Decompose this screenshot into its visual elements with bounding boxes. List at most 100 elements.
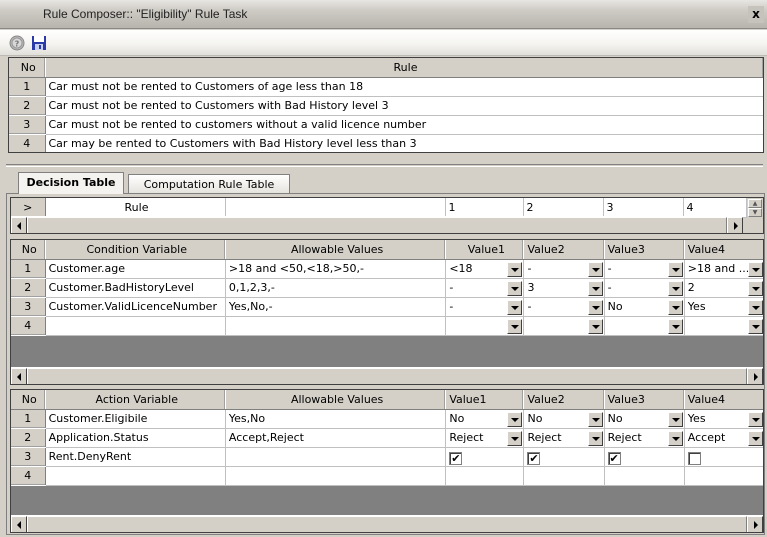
horizontal-scrollbar[interactable] <box>11 515 763 532</box>
value-dropdown[interactable]: - <box>604 278 685 298</box>
allowable-values[interactable]: >18 and <50,<18,>50,- <box>225 259 447 279</box>
value-cell[interactable] <box>604 466 685 486</box>
allowable-values[interactable] <box>225 316 447 336</box>
table-row[interactable]: 1 Customer.age >18 and <50,<18,>50,- <18… <box>11 259 763 279</box>
chevron-down-icon[interactable] <box>587 318 603 334</box>
chevron-down-icon[interactable] <box>587 299 603 315</box>
chevron-down-icon[interactable] <box>667 299 683 315</box>
value-dropdown[interactable]: No <box>445 409 525 429</box>
chevron-down-icon[interactable] <box>507 261 523 277</box>
row-number[interactable]: 2 <box>11 428 46 448</box>
scroll-thumb[interactable] <box>27 368 747 384</box>
checkbox[interactable]: ✔ <box>449 451 463 465</box>
allowable-values[interactable]: Yes,No,- <box>225 297 447 317</box>
condition-variable[interactable]: Customer.BadHistoryLevel <box>45 278 226 298</box>
column-header-rule[interactable]: Rule <box>45 58 763 78</box>
value-dropdown[interactable]: No <box>604 297 685 317</box>
value-dropdown[interactable]: Reject <box>523 428 605 448</box>
table-row[interactable]: 4 Car may be rented to Customers with Ba… <box>9 134 763 152</box>
rule-number[interactable]: 4 <box>683 198 747 218</box>
table-row[interactable]: 4 <box>11 316 763 336</box>
row-number[interactable]: 1 <box>11 259 46 279</box>
value-dropdown[interactable]: No <box>523 409 605 429</box>
table-row[interactable]: 1 Car must not be rented to Customers of… <box>9 77 763 97</box>
checkbox[interactable]: ✔ <box>607 451 621 465</box>
scroll-right-button[interactable] <box>747 368 763 384</box>
checkbox[interactable] <box>687 451 701 465</box>
rule-text[interactable]: Car must not be rented to Customers with… <box>45 96 763 116</box>
scroll-up-button[interactable]: ▲ <box>748 199 762 208</box>
allowable-values[interactable] <box>225 466 447 486</box>
chevron-down-icon[interactable] <box>587 261 603 277</box>
action-variable[interactable]: Application.Status <box>45 428 226 448</box>
chevron-down-icon[interactable] <box>667 411 683 427</box>
chevron-down-icon[interactable] <box>587 280 603 296</box>
value-dropdown[interactable]: 2 <box>684 278 763 298</box>
tab-decision-table[interactable]: Decision Table <box>18 172 124 194</box>
horizontal-scrollbar[interactable] <box>11 367 763 384</box>
value-dropdown[interactable]: Reject <box>445 428 525 448</box>
condition-variable[interactable] <box>45 316 226 336</box>
scroll-thumb[interactable] <box>27 516 747 532</box>
row-number[interactable]: 4 <box>9 134 46 152</box>
row-selector[interactable]: > <box>11 198 46 218</box>
action-variable[interactable] <box>45 466 226 486</box>
column-header-action-variable[interactable]: Action Variable <box>45 390 226 410</box>
row-number[interactable]: 1 <box>9 77 46 97</box>
chevron-down-icon[interactable] <box>748 280 763 296</box>
chevron-down-icon[interactable] <box>667 261 683 277</box>
scroll-left-button[interactable] <box>11 368 27 384</box>
scroll-left-button[interactable] <box>11 516 27 532</box>
column-header-condition-variable[interactable]: Condition Variable <box>45 240 226 260</box>
scroll-down-button[interactable]: ▼ <box>748 208 762 217</box>
value-dropdown[interactable]: Accept <box>684 428 763 448</box>
scroll-right-button[interactable] <box>727 217 743 233</box>
chevron-down-icon[interactable] <box>748 299 763 315</box>
table-row[interactable]: 3 Car must not be rented to customers wi… <box>9 115 763 135</box>
rule-number[interactable]: 3 <box>603 198 684 218</box>
splitter[interactable] <box>6 164 763 167</box>
rule-text[interactable]: Car must not be rented to customers with… <box>45 115 763 135</box>
chevron-down-icon[interactable] <box>507 318 523 334</box>
table-row[interactable]: 1 Customer.Eligibile Yes,No No No No Yes <box>11 409 763 429</box>
scroll-right-button[interactable] <box>747 516 763 532</box>
table-row[interactable]: 3 Rent.DenyRent ✔ ✔ ✔ <box>11 447 763 467</box>
help-icon[interactable]: ? <box>9 35 25 51</box>
chevron-down-icon[interactable] <box>507 280 523 296</box>
table-row[interactable]: 2 Customer.BadHistoryLevel 0,1,2,3,- - 3… <box>11 278 763 298</box>
column-header-no[interactable]: No <box>11 240 46 260</box>
table-row[interactable]: 3 Customer.ValidLicenceNumber Yes,No,- -… <box>11 297 763 317</box>
column-header-value[interactable]: Value1 <box>445 390 525 410</box>
condition-variable[interactable]: Customer.ValidLicenceNumber <box>45 297 226 317</box>
allowable-values[interactable]: 0,1,2,3,- <box>225 278 447 298</box>
action-variable[interactable]: Rent.DenyRent <box>45 447 226 467</box>
column-header-allowable-values[interactable]: Allowable Values <box>225 240 447 260</box>
close-icon[interactable]: x <box>748 6 764 23</box>
allowable-values[interactable] <box>225 447 447 467</box>
row-number[interactable]: 3 <box>9 115 46 135</box>
value-dropdown[interactable]: 3 <box>523 278 605 298</box>
table-row[interactable]: 4 <box>11 466 763 486</box>
table-row[interactable]: 2 Car must not be rented to Customers wi… <box>9 96 763 116</box>
value-dropdown[interactable]: Yes <box>684 297 763 317</box>
chevron-down-icon[interactable] <box>748 261 763 277</box>
value-dropdown[interactable] <box>604 316 685 336</box>
value-dropdown[interactable] <box>523 316 605 336</box>
condition-variable[interactable]: Customer.age <box>45 259 226 279</box>
allowable-values[interactable]: Yes,No <box>225 409 447 429</box>
value-dropdown[interactable]: Reject <box>604 428 685 448</box>
column-header-no[interactable]: No <box>9 58 46 78</box>
chevron-down-icon[interactable] <box>507 299 523 315</box>
rule-text[interactable]: Car may be rented to Customers with Bad … <box>45 134 763 152</box>
rule-number[interactable]: 2 <box>523 198 604 218</box>
chevron-down-icon[interactable] <box>587 430 603 446</box>
chevron-down-icon[interactable] <box>667 430 683 446</box>
value-cell[interactable] <box>684 466 763 486</box>
column-header-value[interactable]: Value4 <box>684 240 763 260</box>
value-dropdown[interactable]: <18 <box>445 259 525 279</box>
value-dropdown[interactable]: - <box>604 259 685 279</box>
value-dropdown[interactable]: >18 and ... <box>684 259 763 279</box>
value-cell[interactable] <box>445 466 525 486</box>
value-dropdown[interactable]: - <box>523 259 605 279</box>
column-header-value[interactable]: Value1 <box>445 240 525 260</box>
